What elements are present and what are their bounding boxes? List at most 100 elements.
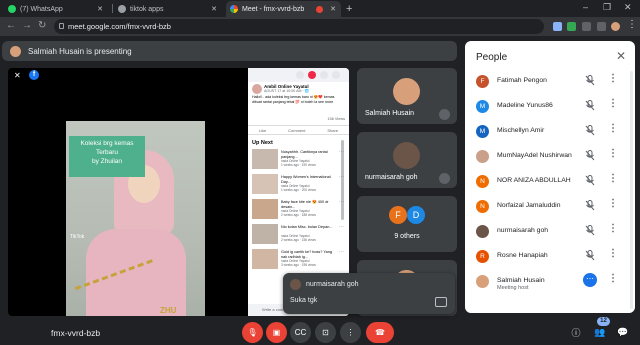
address-bar: ← → ↻ meet.google.com/fmx-vvrd-bzb ⋮ xyxy=(0,17,640,36)
tab-meet[interactable]: Meet - fmx-vvrd-bzb ✕ xyxy=(226,1,341,17)
avatar: M xyxy=(476,100,489,113)
more-vert-icon[interactable]: ⋮ xyxy=(608,198,618,209)
mic-off-icon xyxy=(585,200,595,211)
extension-icon[interactable] xyxy=(567,22,576,31)
url-field[interactable]: meet.google.com/fmx-vvrd-bzb xyxy=(54,19,544,34)
more-vert-icon[interactable]: ⋮ xyxy=(608,98,618,109)
browser-tab-strip: (7) WhatsApp ✕ tiktok apps ✕ Meet - fmx-… xyxy=(0,0,640,17)
forward-icon[interactable]: → xyxy=(22,20,32,31)
info-button[interactable]: ⓘ xyxy=(567,323,585,341)
like-button[interactable]: Like xyxy=(259,128,266,133)
participant-count-badge: 12 xyxy=(597,317,610,326)
tab-tiktok-apps[interactable]: tiktok apps ✕ xyxy=(114,1,222,17)
home-icon[interactable] xyxy=(296,71,304,79)
participant-row[interactable]: N NOR ANIZA ABDULLAH ⋮ xyxy=(465,171,635,195)
present-button[interactable]: ⊡ xyxy=(315,322,336,343)
chat-sender: nurmaisarah goh xyxy=(306,281,359,288)
camera-off-button[interactable]: ▣ xyxy=(266,322,287,343)
mic-off-icon xyxy=(585,125,595,136)
puzzle-icon[interactable] xyxy=(582,22,591,31)
more-options-icon[interactable]: ⋯ xyxy=(583,273,597,287)
others-tile[interactable]: F D 9 others xyxy=(357,196,457,252)
chat-notification[interactable]: nurmaisarah goh Suka tgk xyxy=(283,273,455,314)
more-vert-icon[interactable]: ⋮ xyxy=(608,123,618,134)
participant-row[interactable]: nurmaisarah goh ⋮ xyxy=(465,221,635,245)
captions-button[interactable]: CC xyxy=(290,322,311,343)
tab-title: tiktok apps xyxy=(130,5,164,13)
tiktok-video[interactable]: Koleksi brg kemas Terbaru by Zhuilan Tik… xyxy=(66,121,205,316)
rec-title: Nio kolan Misc. bulan Depan... xyxy=(281,225,333,229)
tab-whatsapp[interactable]: (7) WhatsApp ✕ xyxy=(4,1,108,17)
close-icon[interactable]: ✕ xyxy=(330,5,336,13)
close-icon[interactable]: ✕ xyxy=(97,5,103,13)
list-item[interactable]: Nio kolan Misc. bulan Depan... nada Onli… xyxy=(252,224,345,248)
chat-icon[interactable] xyxy=(435,297,447,307)
list-item[interactable]: Baby face kite nie 😍 400 dr desain... na… xyxy=(252,199,345,223)
more-options-button[interactable]: ⋮ xyxy=(340,322,361,343)
more-vert-icon[interactable]: ⋮ xyxy=(608,223,618,234)
rec-title: Nusyahhh. Cantiknya rantai panjang... xyxy=(281,150,328,159)
extension-icon[interactable] xyxy=(553,22,562,31)
maximize-icon[interactable]: ❐ xyxy=(603,2,611,13)
close-icon[interactable]: ✕ xyxy=(14,71,21,80)
sidebar-icon[interactable] xyxy=(597,22,606,31)
chat-message: Suka tgk xyxy=(290,297,318,304)
notification-icon[interactable] xyxy=(308,71,316,79)
avatar: R xyxy=(476,250,489,263)
mic-off-icon xyxy=(585,175,595,186)
chat-button[interactable]: 💬 xyxy=(614,323,632,341)
more-vert-icon[interactable]: ⋮ xyxy=(608,73,618,84)
participant-tile[interactable]: Salmiah Husain xyxy=(357,68,457,124)
menu-icon[interactable]: ⋮ xyxy=(627,19,637,30)
participant-row[interactable]: F Fatimah Pengon ⋮ xyxy=(465,71,635,95)
messenger-icon[interactable] xyxy=(320,71,328,79)
share-button[interactable]: Share xyxy=(327,128,338,133)
rec-age: 2 weeks ago · 188 views xyxy=(281,213,316,217)
minimize-icon[interactable]: – xyxy=(583,2,588,12)
more-icon[interactable]: ⋯ xyxy=(339,199,344,205)
profile-avatar[interactable] xyxy=(611,22,620,31)
participant-row[interactable]: M Mischellyn Amir ⋮ xyxy=(465,121,635,145)
participant-name: MumNayAdel Nushirwan xyxy=(497,152,572,159)
video-thumbnail xyxy=(252,249,278,269)
avatar: D xyxy=(407,206,425,224)
more-icon[interactable]: ⋯ xyxy=(339,249,344,255)
list-item[interactable]: Gold ig cantik ke? boss? Yang nak radhia… xyxy=(252,249,345,273)
mic-off-button[interactable]: 🎙 xyxy=(242,322,263,343)
participant-row[interactable]: N Norfaizal Jamaluddin ⋮ xyxy=(465,196,635,220)
more-icon[interactable]: ⋯ xyxy=(339,224,344,230)
close-icon[interactable]: ✕ xyxy=(616,49,626,63)
more-vert-icon: ⋮ xyxy=(346,328,355,337)
more-icon[interactable]: ⋯ xyxy=(339,174,344,180)
list-item[interactable]: Happy Women's International Day... nada … xyxy=(252,174,345,198)
presenting-banner: Salmiah Husain is presenting xyxy=(2,41,457,61)
more-icon[interactable]: ⋯ xyxy=(339,149,344,155)
more-vert-icon[interactable]: ⋮ xyxy=(608,148,618,159)
more-vert-icon[interactable]: ⋮ xyxy=(608,273,618,284)
reload-icon[interactable]: ↻ xyxy=(38,20,46,31)
banner-line: Koleksi brg kemas xyxy=(80,140,134,147)
more-vert-icon[interactable]: ⋮ xyxy=(608,173,618,184)
leave-call-button[interactable]: ☎ xyxy=(366,322,394,343)
back-icon[interactable]: ← xyxy=(6,20,16,31)
new-tab-button[interactable]: + xyxy=(346,3,352,15)
avatar xyxy=(476,275,489,288)
avatar xyxy=(476,150,489,163)
facebook-icon: f xyxy=(29,70,39,80)
participant-row[interactable]: R Rosne Hanapiah ⋮ xyxy=(465,246,635,270)
participant-tile[interactable]: nurmaisarah goh xyxy=(357,132,457,188)
close-window-icon[interactable]: ✕ xyxy=(624,2,632,13)
participant-row[interactable]: Salmiah Husain Meeting host ⋯ ⋮ xyxy=(465,271,635,295)
profile-icon[interactable] xyxy=(332,71,340,79)
recording-icon xyxy=(316,5,323,13)
participant-name: Madeline Yunus86 xyxy=(497,102,553,109)
rec-title: Happy Women's International Day... xyxy=(281,175,331,184)
list-item[interactable]: Nusyahhh. Cantiknya rantai panjang... na… xyxy=(252,149,345,173)
participant-row[interactable]: M Madeline Yunus86 ⋮ xyxy=(465,96,635,120)
comment-button[interactable]: Comment xyxy=(288,128,305,133)
mic-off-icon xyxy=(585,100,595,111)
more-vert-icon[interactable]: ⋮ xyxy=(608,248,618,259)
mic-off-icon xyxy=(439,173,450,184)
close-icon[interactable]: ✕ xyxy=(211,5,217,13)
participant-row[interactable]: MumNayAdel Nushirwan ⋮ xyxy=(465,146,635,170)
